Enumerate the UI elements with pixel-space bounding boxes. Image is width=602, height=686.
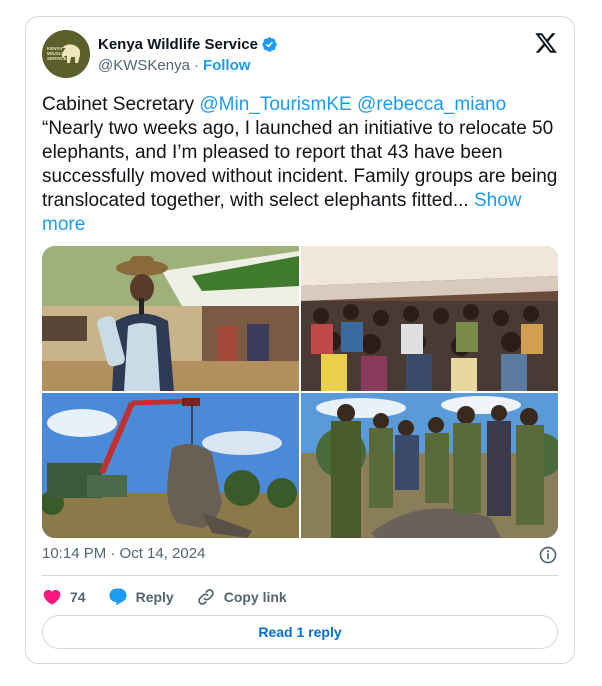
heart-icon (43, 589, 61, 605)
read-replies-button[interactable]: Read 1 reply (42, 615, 558, 649)
tweet-card: KENYA WILDLIFE SERVICE Kenya Wildlife Se… (25, 16, 575, 664)
reply-bubble-icon (109, 588, 127, 606)
media-grid (42, 246, 558, 538)
tweet-timestamp[interactable]: 10:14 PM · Oct 14, 2024 (42, 545, 205, 562)
kws-logo-icon: KENYA WILDLIFE SERVICE (42, 30, 90, 78)
link-icon (197, 589, 214, 605)
mention-rebecca-miano[interactable]: @rebecca_miano (357, 94, 506, 115)
svg-text:SERVICE: SERVICE (47, 56, 67, 61)
author-handle-row: @KWSKenya · Follow (98, 57, 250, 74)
author-handle[interactable]: @KWSKenya (98, 57, 190, 74)
mention-min-tourism[interactable]: @Min_TourismKE (199, 94, 351, 115)
tweet-text: Cabinet Secretary @Min_TourismKE @rebecc… (42, 93, 562, 237)
divider (42, 575, 558, 576)
copy-link-button[interactable]: Copy link (196, 587, 287, 607)
x-logo-icon[interactable] (534, 31, 558, 55)
action-bar: 74 Reply Copy link (42, 587, 309, 607)
copy-link-label: Copy link (223, 589, 287, 605)
author-name-row: Kenya Wildlife Service (98, 36, 278, 53)
like-button[interactable]: 74 (42, 587, 86, 607)
tweet-prefix: Cabinet Secretary (42, 94, 200, 115)
photo-crowd[interactable] (301, 246, 558, 391)
photo-speaker[interactable] (42, 246, 299, 391)
read-replies-label: Read 1 reply (258, 624, 342, 640)
info-icon[interactable] (538, 545, 558, 565)
like-count: 74 (70, 589, 86, 605)
verified-badge-icon (262, 37, 277, 52)
photo-crane-elephant[interactable] (42, 393, 299, 538)
reply-label: Reply (135, 589, 174, 605)
follow-button[interactable]: Follow (203, 57, 251, 74)
photo-rangers[interactable] (301, 393, 558, 538)
separator-dot: · (193, 57, 199, 74)
author-display-name[interactable]: Kenya Wildlife Service (98, 36, 258, 53)
reply-button[interactable]: Reply (108, 587, 174, 607)
avatar[interactable]: KENYA WILDLIFE SERVICE (42, 30, 90, 78)
